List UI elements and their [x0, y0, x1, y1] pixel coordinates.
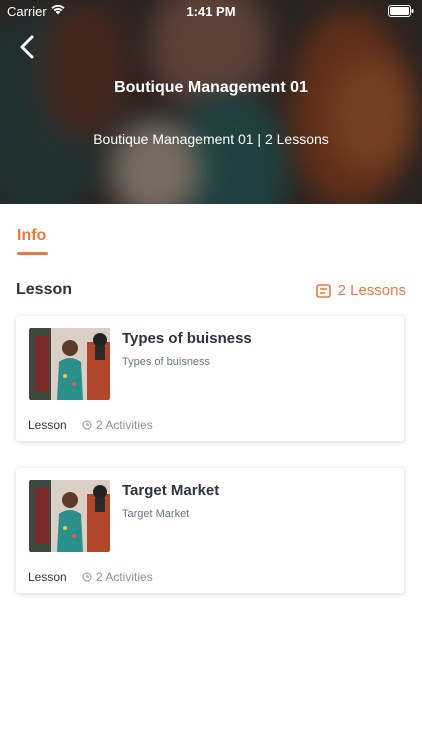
lesson-description: Target Market: [122, 508, 190, 520]
lesson-card[interactable]: Target Market Target Market Lesson 2 Act…: [16, 468, 404, 593]
lesson-type: Lesson: [28, 570, 67, 584]
clock-icon: [82, 420, 92, 430]
lesson-type: Lesson: [28, 418, 67, 432]
lesson-card[interactable]: Types of buisness Types of buisness Less…: [16, 316, 404, 441]
activities-label: 2 Activities: [96, 418, 153, 432]
tab-info[interactable]: Info: [17, 227, 46, 245]
lesson-count-label: 2 Lessons: [337, 282, 406, 299]
lesson-thumbnail: [29, 480, 110, 552]
course-header: Carrier 1:41 PM Boutique Management 01 B…: [0, 0, 422, 204]
chevron-left-icon: [20, 35, 34, 59]
course-subtitle: Boutique Management 01 | 2 Lessons: [93, 131, 329, 147]
hero-overlay: [0, 0, 422, 204]
battery-icon: [388, 5, 414, 20]
lesson-title: Target Market: [122, 482, 220, 499]
lesson-activities: 2 Activities: [82, 570, 153, 584]
tab-active-indicator: [17, 252, 48, 255]
status-bar: Carrier 1:41 PM: [0, 0, 422, 22]
activities-label: 2 Activities: [96, 570, 153, 584]
lesson-title: Types of buisness: [122, 330, 252, 347]
back-button[interactable]: [14, 32, 44, 62]
course-title: Boutique Management 01: [114, 79, 308, 96]
list-icon: [315, 283, 331, 298]
clock-icon: [82, 572, 92, 582]
status-time: 1:41 PM: [186, 4, 236, 19]
lesson-description: Types of buisness: [122, 356, 211, 368]
tab-bar: Info: [0, 204, 422, 260]
lesson-count: 2 Lessons: [315, 282, 406, 299]
lesson-activities: 2 Activities: [82, 418, 153, 432]
lesson-thumbnail: [29, 328, 110, 400]
section-title: Lesson: [16, 281, 73, 298]
